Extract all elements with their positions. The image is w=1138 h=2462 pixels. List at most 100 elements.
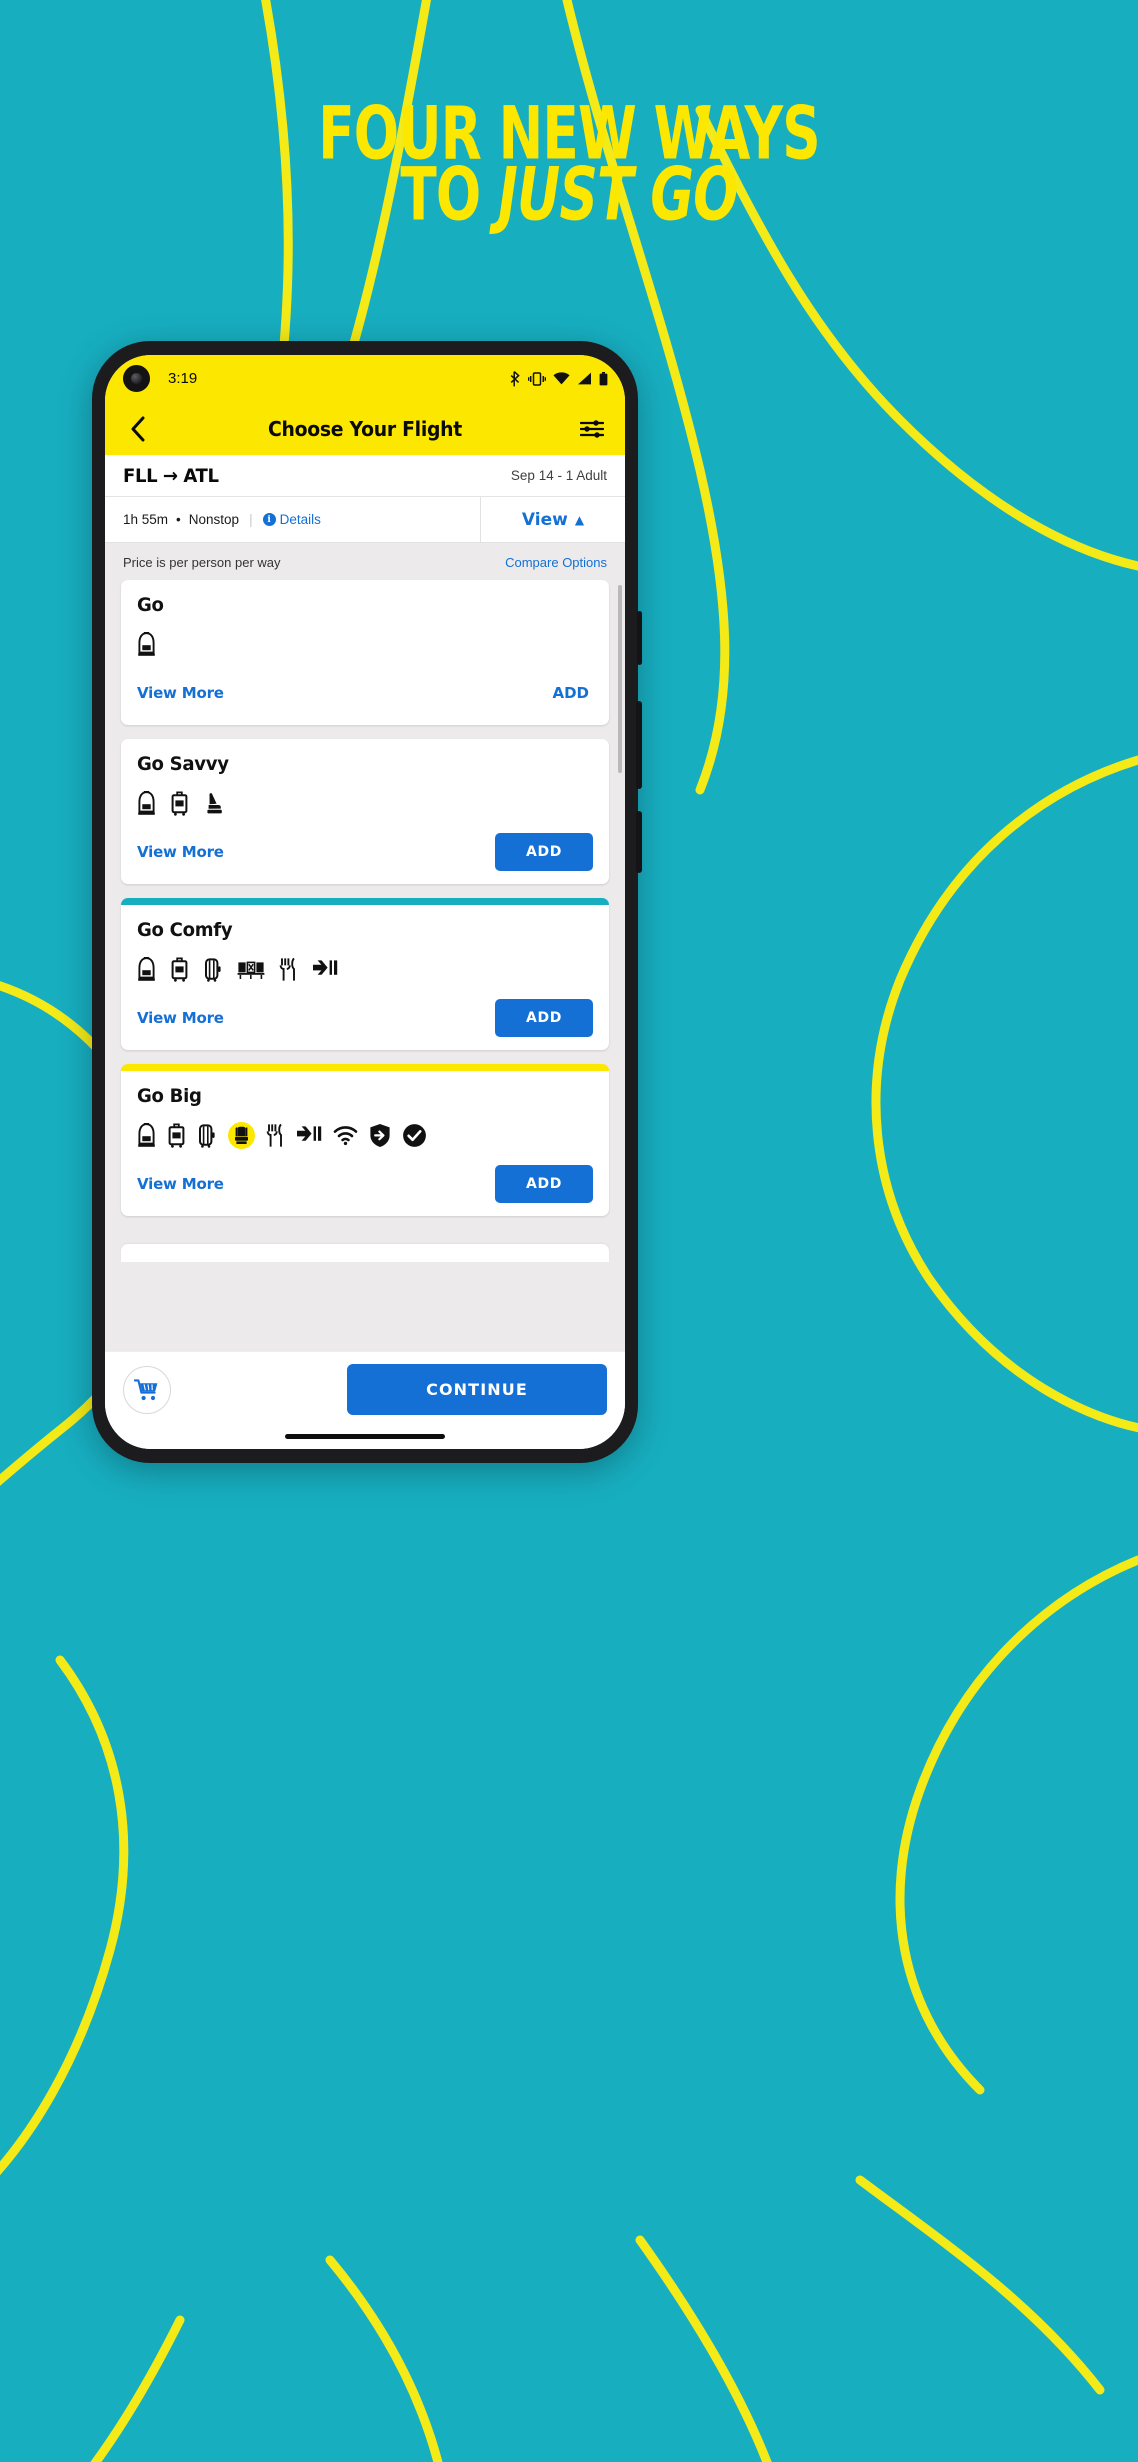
vibrate-icon: [528, 371, 546, 386]
fare-card-body: Go Comfy View More ADD: [121, 905, 609, 1050]
check-circle-icon: [403, 1123, 426, 1147]
battery-icon: [599, 371, 608, 385]
info-icon: i: [262, 513, 276, 526]
back-button[interactable]: [123, 414, 153, 444]
headline-line-2-prefix: TO: [400, 151, 499, 238]
destination-code: ATL: [183, 464, 219, 487]
fare-amenity-icons: [137, 630, 593, 658]
scrollbar-thumb[interactable]: [618, 585, 622, 773]
fare-amenity-icons: [137, 1121, 593, 1149]
fare-card-body: Go Savvy View More ADD: [121, 739, 609, 884]
filter-button[interactable]: [577, 414, 607, 444]
flight-duration: 1h 55m: [123, 512, 169, 527]
add-button[interactable]: ADD: [495, 999, 593, 1037]
fare-amenity-icons: [137, 789, 593, 817]
home-indicator-area: [105, 1423, 625, 1449]
fare-name: Go Comfy: [137, 919, 233, 941]
phone-volume-button: [636, 701, 642, 789]
home-indicator[interactable]: [285, 1433, 445, 1439]
fare-accent-bar: [121, 1064, 609, 1071]
origin-code: FLL: [123, 464, 158, 487]
fare-card-go-big[interactable]: Go Big View More ADD: [121, 1064, 609, 1216]
flexibility-shield-icon: [370, 1123, 390, 1147]
compare-options-link[interactable]: Compare Options: [505, 555, 607, 570]
details-link[interactable]: i Details: [262, 512, 321, 527]
add-button[interactable]: ADD: [495, 1165, 593, 1203]
view-more-link[interactable]: View More: [137, 1175, 224, 1193]
signal-icon: [578, 372, 591, 385]
checked-bag-icon: [205, 957, 221, 982]
add-button[interactable]: ADD: [552, 684, 593, 702]
headline-line-2: TO JUST GO: [80, 158, 1059, 231]
fare-card-go[interactable]: Go View More ADD: [121, 580, 609, 725]
carry-on-bag-icon: [171, 791, 188, 816]
priority-boarding-icon: [313, 960, 338, 975]
filter-sliders-icon: [580, 419, 604, 438]
fare-card-body: Go Big View More ADD: [121, 1071, 609, 1216]
priority-boarding-icon: [297, 1126, 322, 1141]
bottom-action-bar: CONTINUE: [105, 1351, 625, 1423]
carry-on-bag-icon: [168, 1123, 185, 1148]
next-card-peek: [121, 1244, 609, 1262]
summary-dot: •: [176, 512, 181, 527]
fare-card-body: Go View More ADD: [121, 580, 609, 725]
flight-stops: Nonstop: [188, 512, 240, 527]
personal-item-icon: [138, 1122, 155, 1147]
view-more-link[interactable]: View More: [137, 684, 224, 702]
route-bar: FLL → ATL Sep 14 - 1 Adult: [105, 455, 625, 497]
price-note-bar: Price is per person per way Compare Opti…: [105, 543, 625, 580]
phone-mockup: 3:19 Choose Your Flight FLL → ATL Sep 14…: [92, 341, 642, 1463]
phone-side-button: [637, 611, 642, 665]
status-bar-clock: 3:19: [168, 370, 198, 387]
app-bar: Choose Your Flight: [105, 402, 625, 455]
status-bar: 3:19: [105, 355, 625, 402]
details-label: Details: [279, 512, 321, 527]
meal-icon: [266, 1123, 282, 1147]
view-toggle[interactable]: View ▲: [481, 497, 625, 542]
chevron-left-icon: [131, 416, 145, 441]
fare-card-list: Go View More ADD Go Savvy View More ADD …: [105, 580, 625, 1244]
fare-amenity-icons: [137, 955, 593, 983]
fare-card-footer: View More ADD: [137, 996, 593, 1040]
seat-selection-icon: [207, 792, 222, 813]
fare-accent-bar: [121, 898, 609, 905]
personal-item-icon: [138, 790, 155, 815]
shopping-cart-icon: [134, 1378, 158, 1400]
route-arrow-icon: →: [162, 464, 178, 487]
view-more-link[interactable]: View More: [137, 1009, 224, 1027]
bluetooth-icon: [510, 370, 520, 386]
flight-summary-left: 1h 55m • Nonstop | i Details: [105, 497, 481, 542]
headline-line-2-emphasis: JUST GO: [498, 151, 738, 238]
cart-button[interactable]: [123, 1365, 171, 1414]
caret-up-icon: ▲: [574, 512, 585, 527]
summary-divider: |: [249, 512, 253, 527]
add-button[interactable]: ADD: [495, 833, 593, 871]
phone-screen: 3:19 Choose Your Flight FLL → ATL Sep 14…: [105, 355, 625, 1449]
flight-summary-bar: 1h 55m • Nonstop | i Details View ▲: [105, 497, 625, 543]
route-codes: FLL → ATL: [123, 465, 219, 487]
fare-list-scroll-area[interactable]: Price is per person per way Compare Opti…: [105, 543, 625, 1351]
wifi-icon: [553, 372, 570, 385]
wifi-icon: [333, 1125, 358, 1145]
premium-seat-icon: [228, 1121, 255, 1149]
fare-name: Go Big: [137, 1085, 202, 1107]
phone-power-button: [636, 811, 642, 873]
meal-icon: [279, 957, 295, 981]
view-more-link[interactable]: View More: [137, 843, 224, 861]
blocked-middle-seat-icon: [237, 961, 265, 979]
trip-date-passengers: Sep 14 - 1 Adult: [510, 468, 607, 483]
page-title: Choose Your Flight: [268, 416, 462, 441]
fare-name: Go Savvy: [137, 753, 229, 775]
continue-button[interactable]: CONTINUE: [347, 1364, 607, 1415]
view-label: View: [521, 509, 568, 530]
fare-card-go-savvy[interactable]: Go Savvy View More ADD: [121, 739, 609, 884]
fare-card-go-comfy[interactable]: Go Comfy View More ADD: [121, 898, 609, 1050]
fare-card-footer: View More ADD: [137, 671, 593, 715]
front-camera-punch-hole: [123, 365, 150, 392]
promo-headline: FOUR NEW WAYS TO JUST GO: [0, 97, 1138, 231]
carry-on-bag-icon: [171, 957, 188, 982]
status-bar-icons: [508, 370, 608, 387]
fare-name: Go: [137, 594, 164, 616]
personal-item-icon: [138, 956, 155, 981]
fare-card-footer: View More ADD: [137, 1162, 593, 1206]
